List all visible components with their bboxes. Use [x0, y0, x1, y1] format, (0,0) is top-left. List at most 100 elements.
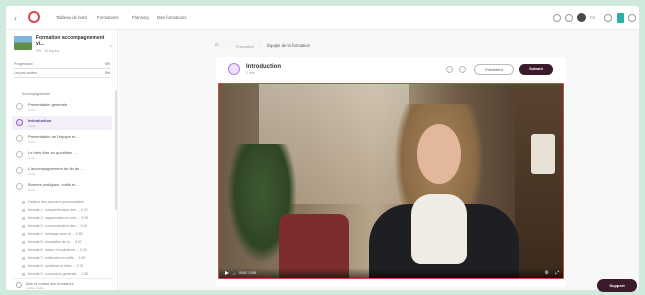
sub-lesson-dot-icon — [22, 216, 25, 220]
lesson-title: Bonnes pratiques, outils et ... — [28, 182, 80, 187]
flag-icon[interactable] — [617, 13, 624, 23]
lesson-title: L'accompagnement de fin de ... — [28, 166, 84, 171]
video-background-lamp — [531, 134, 555, 174]
sub-lesson-dot-icon — [22, 200, 25, 204]
lesson-title: Introduction — [28, 118, 52, 123]
lesson-item[interactable]: Le bien-être au quotidien ... 4 min — [12, 148, 112, 162]
sub-lesson-item[interactable]: Module 4 : échange avec le ... 1:55 — [22, 232, 112, 236]
lesson-item[interactable]: Présentation générale 2 min — [12, 100, 112, 114]
sidebar-scrollbar[interactable] — [115, 90, 117, 210]
sidebar-footer[interactable]: Aide et contact des formateurs Centre d'… — [12, 278, 112, 290]
home-icon[interactable]: ⌂ — [215, 42, 219, 48]
menu-icon[interactable] — [628, 14, 636, 22]
breadcrumb-current: Équipe de la formation — [267, 43, 310, 48]
completion-label: Leçons suivies — [14, 71, 37, 75]
sub-lesson-item[interactable]: Module 9 : conclusion générale ... 1:30 — [22, 272, 112, 276]
breadcrumb-formation[interactable]: Formation — [236, 44, 254, 49]
next-button[interactable]: Suivant — [519, 64, 553, 75]
sub-lesson-item[interactable]: Module 2 : organisation et suivi ... 2:0… — [22, 216, 112, 220]
sub-lesson-item[interactable]: Module 3 : communication des ... 2:40 — [22, 224, 112, 228]
video-presenter-face — [417, 124, 461, 184]
help-icon — [16, 282, 22, 288]
support-button[interactable]: Support — [597, 279, 637, 292]
sub-lesson-item[interactable]: Gestion des parcours personnalisés — [22, 200, 112, 204]
lesson-duration: 5 min — [28, 172, 36, 176]
sub-lesson-dot-icon — [22, 256, 25, 260]
completion-bar — [14, 77, 110, 78]
progress-row: Progression 0% — [14, 62, 110, 66]
lesson-title: Présentation de l'équipe et ... — [28, 134, 80, 139]
volume-icon[interactable]: ♪ — [233, 271, 235, 276]
play-icon[interactable] — [225, 271, 229, 275]
top-bar: ‹ Tableau de bord Formations Planning Me… — [6, 6, 639, 30]
lesson-status-icon — [16, 151, 23, 158]
video-player[interactable]: ♪ 00:00 / 2:08 ⚙ ⤢ — [218, 83, 564, 279]
avatar[interactable] — [577, 13, 586, 22]
section-label: Accompagnement — [22, 92, 51, 96]
nav-planning[interactable]: Planning — [132, 15, 149, 20]
settings-icon[interactable] — [604, 14, 612, 22]
lesson-duration: 3 min — [28, 140, 36, 144]
sidebar: Formation accompagnement vi... 0% · 12 l… — [6, 30, 118, 290]
lesson-title: Le bien-être au quotidien ... — [28, 150, 77, 155]
sub-lesson-item[interactable]: Module 7 : méthodes et outils ... 1:45 — [22, 256, 112, 260]
collapse-sidebar-icon[interactable]: ‹ — [110, 44, 112, 50]
lesson-item[interactable]: L'accompagnement de fin de ... 5 min — [12, 164, 112, 178]
lesson-duration: 3 min — [28, 188, 36, 192]
main-content: ⌂ › Formation › Équipe de la formation I… — [119, 30, 639, 290]
previous-button[interactable]: Précédent — [474, 64, 514, 75]
course-thumbnail — [14, 36, 32, 50]
nav-formations[interactable]: Formations — [97, 15, 119, 20]
sub-lesson-dot-icon — [22, 240, 25, 244]
completion-value: 0% — [104, 71, 110, 75]
help-subtitle: Centre d'aide — [26, 286, 44, 290]
lesson-status-icon — [16, 103, 23, 110]
lesson-item[interactable]: Bonnes pratiques, outils et ... 3 min — [12, 180, 112, 194]
lesson-item[interactable]: Présentation de l'équipe et ... 3 min — [12, 132, 112, 146]
lesson-item-active[interactable]: Introduction 2 min — [12, 116, 112, 130]
bookmark-icon[interactable] — [446, 66, 453, 73]
nav-dashboard[interactable]: Tableau de bord — [56, 15, 87, 20]
progress-bar — [14, 68, 110, 69]
sub-lesson-dot-icon — [22, 248, 25, 252]
breadcrumb-separator: › — [225, 43, 227, 48]
search-icon[interactable] — [553, 14, 561, 22]
sub-lesson-dot-icon — [22, 208, 25, 212]
lesson-duration: 2 min — [28, 124, 36, 128]
sub-lesson-item[interactable]: Module 5 : évaluation de la ... 3:10 — [22, 240, 112, 244]
nav-my-formations[interactable]: Mes formations — [157, 15, 186, 20]
lesson-card: Introduction 2 min Précédent Suivant ♪ 0… — [216, 57, 566, 287]
sub-lesson-item[interactable]: Module 6 : retour d'expérience ... 2:30 — [22, 248, 112, 252]
notifications-icon[interactable] — [565, 14, 573, 22]
app-window: ‹ Tableau de bord Formations Planning Me… — [6, 6, 639, 290]
video-time: 00:00 / 2:08 — [239, 271, 256, 275]
fullscreen-icon[interactable] — [459, 66, 466, 73]
logo-icon[interactable] — [28, 11, 40, 23]
completion-row: Leçons suivies 0% — [14, 71, 110, 75]
lesson-status-icon — [16, 167, 23, 174]
course-title: Formation accompagnement vi... — [36, 35, 105, 47]
sub-lesson-dot-icon — [22, 272, 25, 276]
sub-lesson-item[interactable]: Module 8 : synthèse et bilan ... 2:15 — [22, 264, 112, 268]
video-settings-icon[interactable]: ⚙ — [545, 270, 549, 276]
sub-lesson-dot-icon — [22, 224, 25, 228]
video-controls: ♪ 00:00 / 2:08 ⚙ ⤢ — [219, 268, 563, 278]
sub-lesson-dot-icon — [22, 264, 25, 268]
lesson-duration: 2 min — [28, 108, 36, 112]
lesson-status-icon — [16, 183, 23, 190]
progress-label: Progression — [14, 62, 33, 66]
lesson-play-icon — [228, 63, 240, 75]
lesson-status-icon — [16, 135, 23, 142]
video-background-shelf — [515, 84, 563, 278]
breadcrumb-separator: › — [259, 43, 261, 48]
lesson-duration: 4 min — [28, 156, 36, 160]
sub-lesson-item[interactable]: Module 1 : compréhension des ... 1:20 — [22, 208, 112, 212]
back-icon[interactable]: ‹ — [14, 13, 17, 23]
language-selector[interactable]: FR — [590, 15, 595, 20]
lesson-title: Introduction — [246, 64, 281, 70]
sub-lesson-dot-icon — [22, 232, 25, 236]
play-icon — [16, 119, 23, 126]
video-fullscreen-icon[interactable]: ⤢ — [555, 270, 559, 276]
course-subtitle: 0% · 12 leçons — [36, 49, 60, 53]
lesson-title: Présentation générale — [28, 102, 68, 107]
